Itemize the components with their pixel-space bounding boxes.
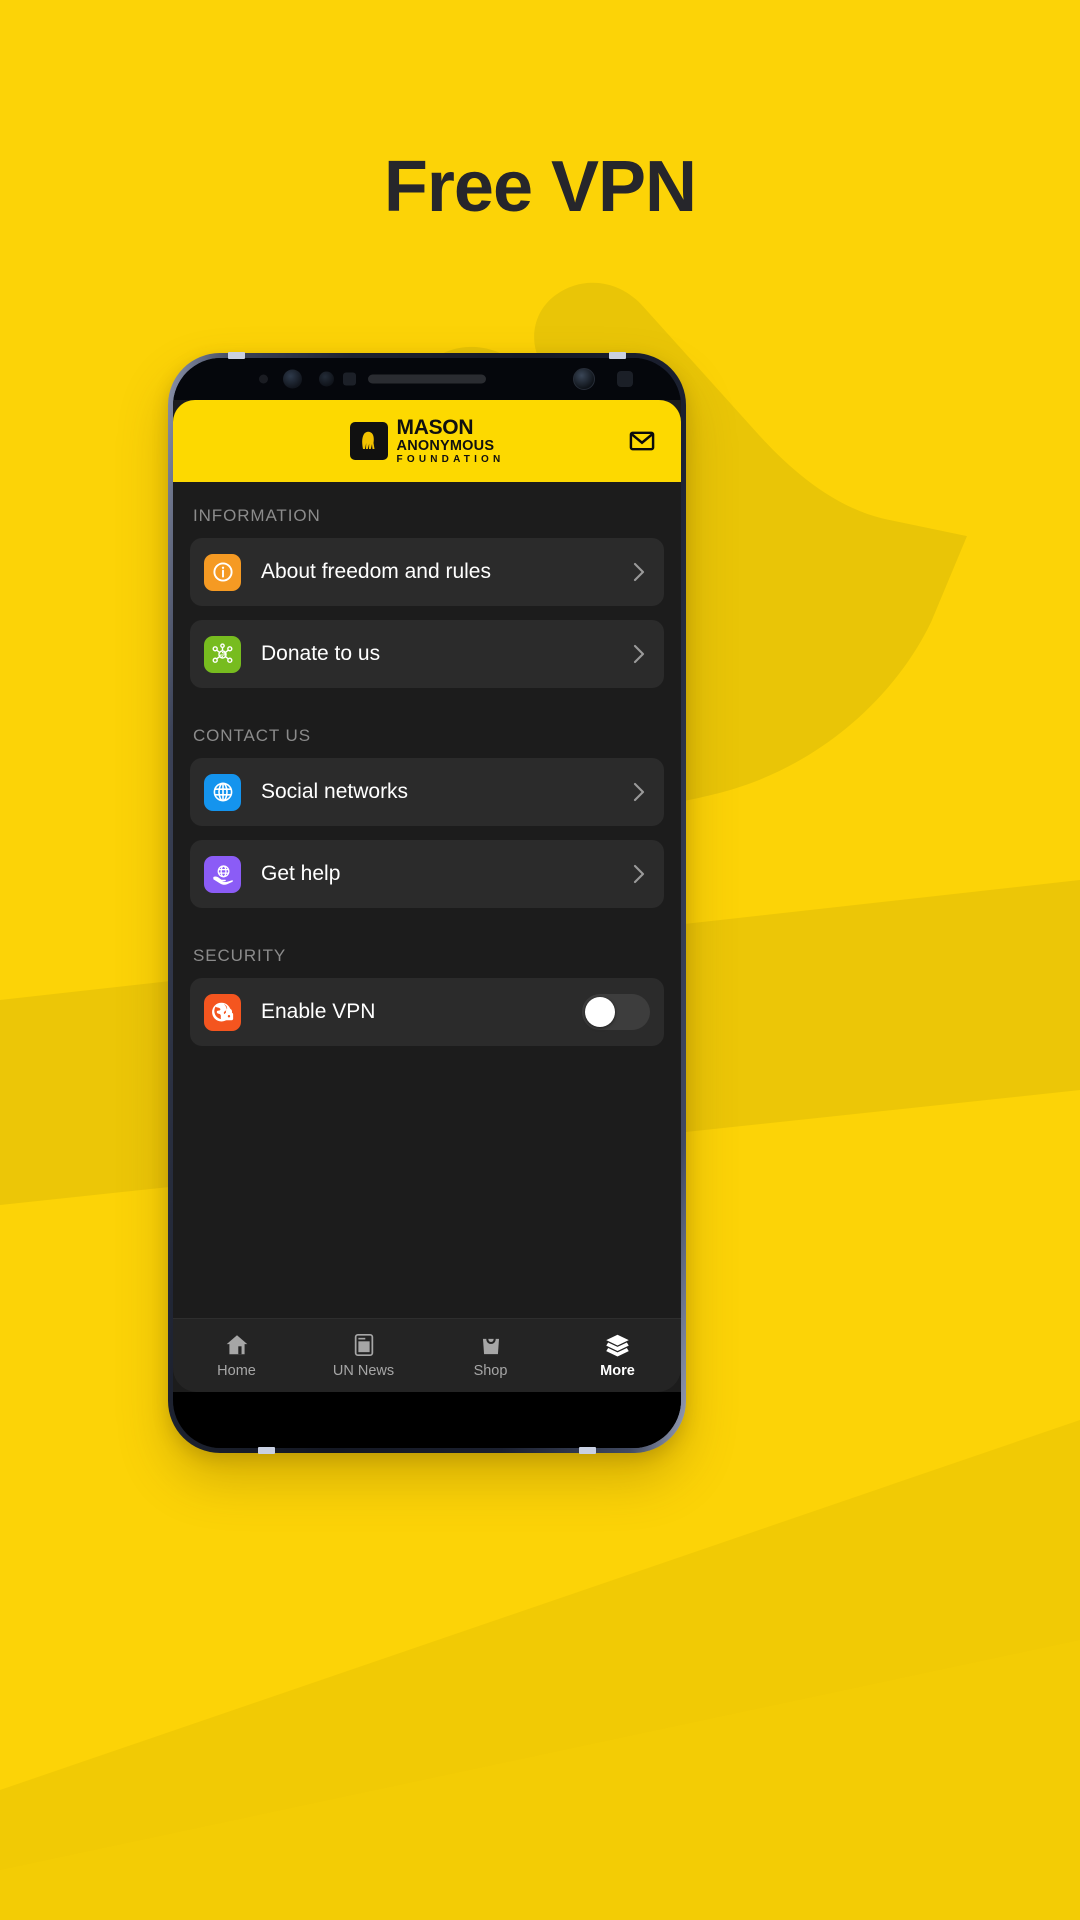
tab-label: Shop bbox=[473, 1363, 508, 1379]
home-icon bbox=[224, 1332, 250, 1358]
brand-line-3: FOUNDATION bbox=[396, 454, 505, 466]
tab-un-news[interactable]: UN News bbox=[300, 1332, 427, 1379]
list-item-label: About freedom and rules bbox=[261, 560, 491, 583]
enable-vpn-toggle[interactable] bbox=[582, 994, 650, 1030]
chevron-right-icon bbox=[628, 561, 650, 583]
chevron-glyph-icon bbox=[633, 562, 645, 582]
globe-hand-glyph-icon bbox=[213, 864, 233, 885]
phone-top-bezel bbox=[173, 358, 681, 400]
layers-icon bbox=[604, 1332, 631, 1358]
shopping-bag-icon bbox=[478, 1332, 504, 1358]
section-header-contact-us: CONTACT US bbox=[193, 726, 311, 745]
brand-text: MASON ANONYMOUS FOUNDATION bbox=[397, 417, 505, 466]
phone-bottom-bezel bbox=[173, 1392, 681, 1448]
chevron-right-icon bbox=[628, 781, 650, 803]
globe-glyph-icon bbox=[213, 782, 232, 802]
info-circle-icon bbox=[204, 553, 241, 591]
chevron-right-icon bbox=[628, 643, 650, 665]
phone-mockup: MASON ANONYMOUS FOUNDATION INFORMATION A… bbox=[168, 352, 686, 1454]
tab-more[interactable]: More bbox=[554, 1332, 681, 1379]
home-glyph-icon bbox=[226, 1335, 247, 1355]
news-icon bbox=[351, 1332, 377, 1358]
chevron-glyph-icon bbox=[633, 782, 645, 802]
layers-glyph-icon bbox=[606, 1334, 629, 1357]
hooded-hand-logo-icon bbox=[349, 422, 388, 460]
led-indicator-icon bbox=[617, 371, 633, 387]
list-item-label: Get help bbox=[261, 862, 341, 885]
donation-network-icon bbox=[204, 635, 241, 673]
list-item-label: Donate to us bbox=[261, 642, 381, 665]
toggle-knob bbox=[585, 997, 615, 1027]
globe-in-hand-icon bbox=[204, 855, 241, 893]
tab-shop[interactable]: Shop bbox=[427, 1332, 554, 1379]
settings-list: INFORMATION About freedom and rules Dona… bbox=[173, 482, 681, 1318]
tab-label: UN News bbox=[332, 1363, 395, 1379]
antenna-tick bbox=[579, 1447, 596, 1454]
tab-label: More bbox=[600, 1363, 635, 1379]
section-header-information: INFORMATION bbox=[193, 506, 321, 525]
news-glyph-icon bbox=[354, 1333, 373, 1357]
app-header: MASON ANONYMOUS FOUNDATION bbox=[173, 400, 681, 482]
proximity-sensor-icon bbox=[259, 374, 268, 384]
globe-icon bbox=[204, 773, 241, 811]
antenna-tick bbox=[609, 352, 626, 359]
list-item-label: Social networks bbox=[261, 780, 409, 803]
list-item-enable-vpn[interactable]: Enable VPN bbox=[190, 978, 664, 1046]
list-item-label: Enable VPN bbox=[261, 1000, 376, 1023]
tab-home[interactable]: Home bbox=[173, 1332, 300, 1379]
antenna-tick bbox=[258, 1447, 275, 1454]
chevron-right-icon bbox=[628, 863, 650, 885]
page-title: Free VPN bbox=[383, 147, 697, 227]
light-sensor-icon bbox=[343, 372, 356, 386]
donation-glyph-icon bbox=[212, 642, 233, 663]
mail-glyph-icon bbox=[629, 431, 655, 451]
brand-line-1: MASON bbox=[396, 415, 474, 439]
app-screen: MASON ANONYMOUS FOUNDATION INFORMATION A… bbox=[173, 400, 681, 1448]
brand-logo: MASON ANONYMOUS FOUNDATION bbox=[349, 417, 505, 466]
info-glyph-icon bbox=[212, 562, 233, 582]
iris-scanner-icon bbox=[283, 369, 302, 389]
phone-screen-area: MASON ANONYMOUS FOUNDATION INFORMATION A… bbox=[173, 358, 681, 1448]
brand-line-2: ANONYMOUS bbox=[396, 437, 495, 454]
earpiece-speaker-icon bbox=[368, 374, 486, 384]
shopping-bag-glyph-icon bbox=[482, 1337, 499, 1355]
list-item-get-help[interactable]: Get help bbox=[190, 840, 664, 908]
globe-lock-icon bbox=[204, 993, 241, 1031]
section-header-security: SECURITY bbox=[193, 946, 287, 965]
front-camera-icon bbox=[319, 371, 334, 387]
secondary-camera-icon bbox=[573, 368, 595, 390]
hooded-hand-glyph-icon bbox=[361, 431, 375, 449]
list-item-donate-to-us[interactable]: Donate to us bbox=[190, 620, 664, 688]
chevron-glyph-icon bbox=[633, 864, 645, 884]
mail-icon[interactable] bbox=[625, 424, 659, 458]
list-item-about-freedom-and-rules[interactable]: About freedom and rules bbox=[190, 538, 664, 606]
bottom-tab-bar: Home UN News Shop More bbox=[173, 1318, 681, 1392]
antenna-tick bbox=[228, 352, 245, 359]
tab-label: Home bbox=[217, 1363, 256, 1379]
globe-lock-glyph-icon bbox=[212, 1002, 234, 1021]
list-item-social-networks[interactable]: Social networks bbox=[190, 758, 664, 826]
chevron-glyph-icon bbox=[633, 644, 645, 664]
